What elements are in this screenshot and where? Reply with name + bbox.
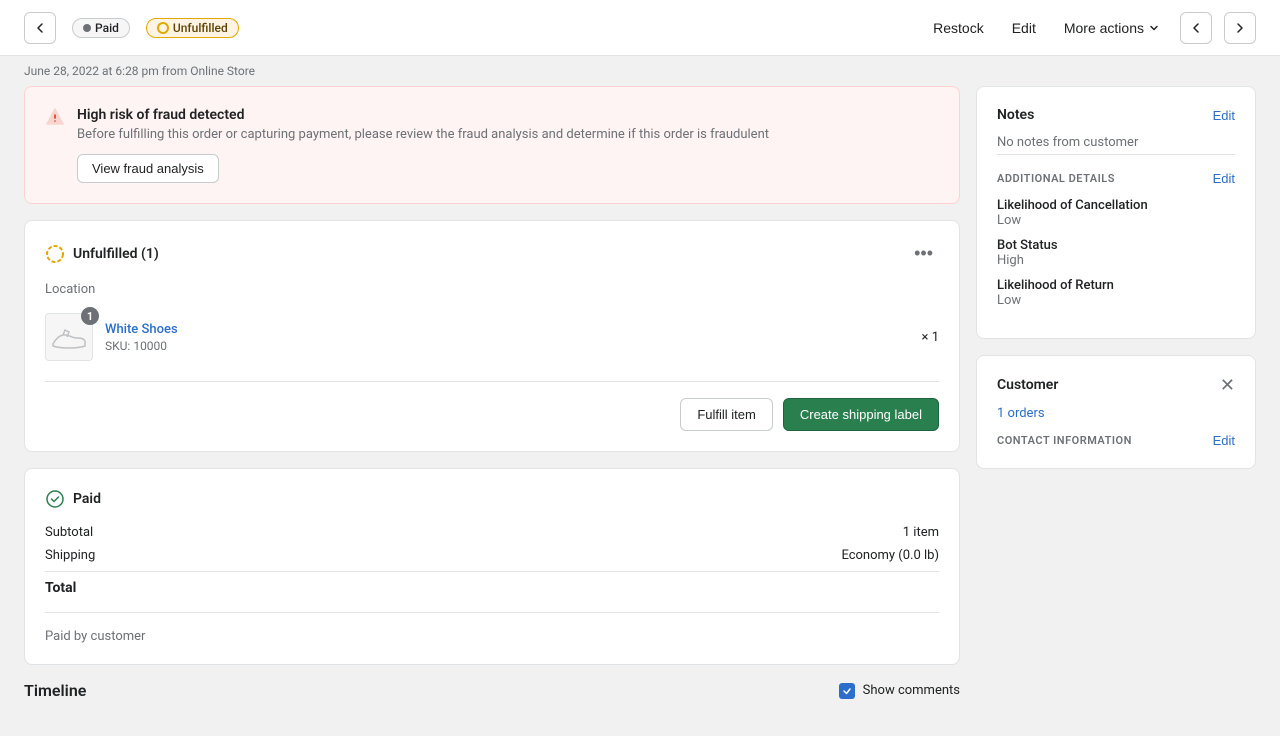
- fulfill-item-button[interactable]: Fulfill item: [680, 398, 773, 431]
- checkbox-check-icon: [842, 686, 852, 696]
- bot-status-label: Bot Status: [997, 238, 1235, 253]
- contact-information-header: CONTACT INFORMATION Edit: [997, 433, 1235, 448]
- show-comments-group: Show comments: [839, 683, 960, 699]
- total-label: Total: [45, 580, 76, 596]
- additional-details-title: ADDITIONAL DETAILS: [997, 172, 1115, 185]
- cancellation-value: Low: [997, 213, 1235, 228]
- unfulfilled-header: Unfulfilled (1) •••: [45, 241, 939, 266]
- unfulfilled-title: Unfulfilled (1): [73, 246, 159, 262]
- product-sku: SKU: 10000: [105, 339, 910, 353]
- customer-orders-count[interactable]: 1 orders: [997, 406, 1235, 421]
- more-actions-label: More actions: [1064, 20, 1144, 36]
- fraud-warning-icon: [45, 107, 65, 183]
- cancellation-detail-row: Likelihood of Cancellation Low: [997, 198, 1235, 228]
- customer-card: Customer ✕ 1 orders CONTACT INFORMATION …: [976, 355, 1256, 469]
- show-comments-label: Show comments: [863, 683, 960, 698]
- shipping-value: Economy (0.0 lb): [841, 548, 939, 563]
- subtotal-value: 1 item: [903, 525, 939, 540]
- notes-title: Notes: [997, 107, 1034, 123]
- subtotal-row: Subtotal 1 item: [45, 525, 939, 540]
- create-shipping-label-button[interactable]: Create shipping label: [783, 398, 939, 431]
- edit-button[interactable]: Edit: [1004, 14, 1044, 42]
- paid-check-icon: [45, 489, 65, 509]
- top-bar: Paid Unfulfilled Restock Edit More actio…: [0, 0, 1280, 56]
- additional-details-edit-button[interactable]: Edit: [1213, 171, 1235, 186]
- fraud-content: High risk of fraud detected Before fulfi…: [77, 107, 769, 183]
- main-layout: High risk of fraud detected Before fulfi…: [0, 86, 1280, 736]
- back-button[interactable]: [24, 12, 56, 44]
- no-notes-text: No notes from customer: [997, 135, 1235, 150]
- notes-card: Notes Edit No notes from customer ADDITI…: [976, 86, 1256, 339]
- subtotal-label: Subtotal: [45, 525, 93, 540]
- chevron-down-icon: [1148, 22, 1160, 34]
- fraud-title: High risk of fraud detected: [77, 107, 769, 123]
- total-row: Total: [45, 571, 939, 596]
- product-quantity-badge: 1: [81, 307, 99, 325]
- cancellation-label: Likelihood of Cancellation: [997, 198, 1235, 213]
- return-detail-row: Likelihood of Return Low: [997, 278, 1235, 308]
- shipping-label: Shipping: [45, 548, 95, 563]
- location-label: Location: [45, 282, 939, 297]
- unfulfilled-status-icon: [45, 244, 65, 264]
- return-value: Low: [997, 293, 1235, 308]
- paid-badge: Paid: [72, 18, 130, 38]
- contact-edit-button[interactable]: Edit: [1213, 433, 1235, 448]
- right-column: Notes Edit No notes from customer ADDITI…: [976, 86, 1256, 712]
- unfulfilled-card: Unfulfilled (1) ••• Location 1 White: [24, 220, 960, 452]
- fraud-alert-card: High risk of fraud detected Before fulfi…: [24, 86, 960, 204]
- shoe-thumbnail-icon: [49, 322, 89, 352]
- contact-title: CONTACT INFORMATION: [997, 434, 1132, 447]
- return-label: Likelihood of Return: [997, 278, 1235, 293]
- customer-header: Customer ✕: [997, 376, 1235, 394]
- chevron-right-icon: [1232, 20, 1248, 36]
- chevron-left-icon: [1188, 20, 1204, 36]
- bot-status-value: High: [997, 253, 1235, 268]
- paid-card: Paid Subtotal 1 item Shipping Economy (0…: [24, 468, 960, 665]
- paid-header: Paid: [45, 489, 939, 509]
- timeline-header: Timeline Show comments: [24, 681, 960, 700]
- bot-status-detail-row: Bot Status High: [997, 238, 1235, 268]
- notes-header: Notes Edit: [997, 107, 1235, 123]
- paid-title: Paid: [73, 491, 101, 507]
- view-fraud-analysis-button[interactable]: View fraud analysis: [77, 154, 219, 183]
- order-subtitle: June 28, 2022 at 6:28 pm from Online Sto…: [0, 56, 1280, 86]
- paid-by: Paid by customer: [45, 612, 939, 644]
- more-actions-button[interactable]: More actions: [1056, 14, 1168, 42]
- nav-prev-button[interactable]: [1180, 12, 1212, 44]
- product-name-link[interactable]: White Shoes: [105, 322, 178, 337]
- nav-next-button[interactable]: [1224, 12, 1256, 44]
- top-bar-left: Paid Unfulfilled: [24, 12, 239, 44]
- timeline-title: Timeline: [24, 681, 86, 700]
- left-column: High risk of fraud detected Before fulfi…: [24, 86, 960, 712]
- top-bar-right: Restock Edit More actions: [925, 12, 1256, 44]
- restock-button[interactable]: Restock: [925, 14, 992, 42]
- timeline-section: Timeline Show comments: [24, 681, 960, 712]
- customer-title: Customer: [997, 377, 1058, 393]
- notes-edit-button[interactable]: Edit: [1213, 108, 1235, 123]
- fraud-description: Before fulfilling this order or capturin…: [77, 127, 769, 142]
- product-image-container: 1: [45, 313, 93, 361]
- product-info: White Shoes SKU: 10000: [105, 321, 910, 353]
- additional-details-header: ADDITIONAL DETAILS Edit: [997, 154, 1235, 186]
- unfulfilled-badge: Unfulfilled: [146, 18, 239, 38]
- show-comments-checkbox[interactable]: [839, 683, 855, 699]
- unfulfilled-title-group: Unfulfilled (1): [45, 244, 159, 264]
- shipping-row: Shipping Economy (0.0 lb): [45, 548, 939, 563]
- product-row: 1 White Shoes SKU: 10000 × 1: [45, 313, 939, 361]
- product-quantity-display: × 1: [922, 330, 939, 345]
- unfulfilled-more-button[interactable]: •••: [908, 241, 939, 266]
- unfulfilled-actions: Fulfill item Create shipping label: [45, 381, 939, 431]
- customer-close-button[interactable]: ✕: [1220, 376, 1235, 394]
